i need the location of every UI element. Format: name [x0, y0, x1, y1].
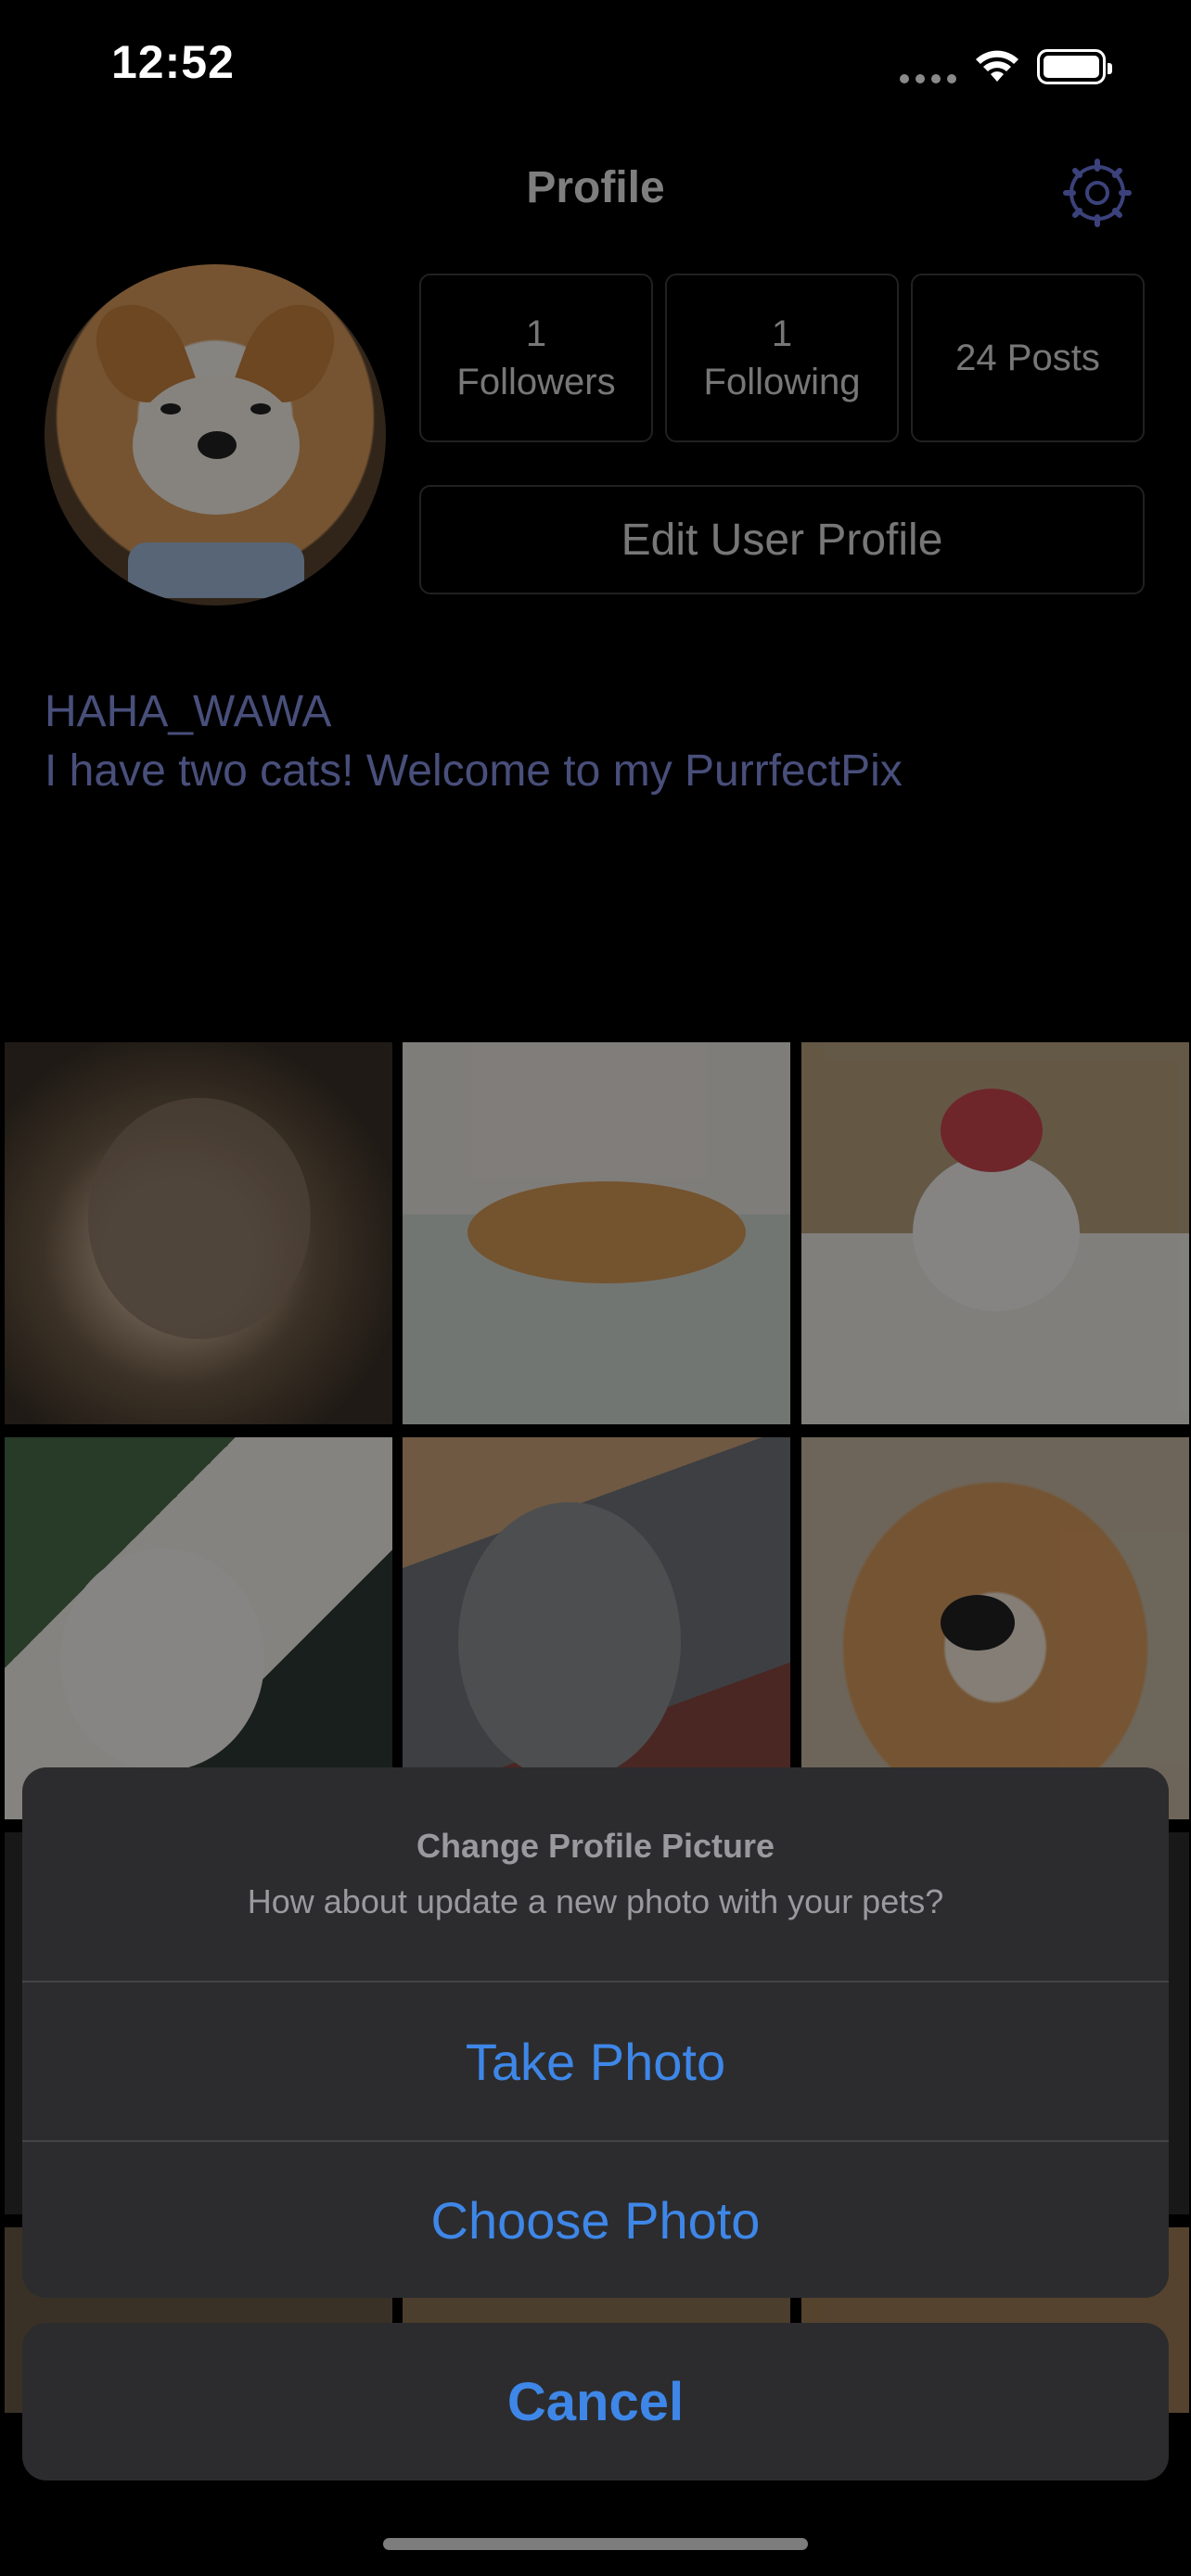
- posts-stat[interactable]: 24 Posts: [911, 274, 1145, 442]
- following-label: Following: [703, 362, 861, 402]
- post-thumbnail[interactable]: [5, 1042, 392, 1424]
- username: HAHA_WAWA: [45, 687, 332, 736]
- post-thumbnail[interactable]: [5, 1437, 392, 1819]
- home-indicator: [383, 2538, 808, 2550]
- status-time: 12:52: [111, 36, 235, 88]
- post-thumbnail[interactable]: [403, 1042, 790, 1424]
- bio: I have two cats! Welcome to my PurrfectP…: [45, 746, 903, 796]
- battery-icon: [1037, 49, 1112, 84]
- avatar[interactable]: [45, 264, 386, 606]
- take-photo-button[interactable]: Take Photo: [22, 1983, 1169, 2140]
- followers-count: 1: [525, 313, 547, 354]
- edit-profile-button[interactable]: Edit User Profile: [419, 485, 1145, 594]
- cancel-button[interactable]: Cancel: [22, 2323, 1169, 2480]
- followers-label: Followers: [456, 362, 616, 402]
- status-bar: 12:52: [0, 0, 1191, 139]
- choose-photo-button[interactable]: Choose Photo: [22, 2140, 1169, 2298]
- gear-icon[interactable]: [1062, 158, 1133, 228]
- following-count: 1: [771, 313, 793, 354]
- posts-label: 24 Posts: [955, 338, 1100, 378]
- action-sheet-title: Change Profile Picture: [416, 1827, 775, 1865]
- action-sheet: Change Profile Picture How about update …: [22, 1767, 1169, 2298]
- post-thumbnail[interactable]: [801, 1042, 1189, 1424]
- action-sheet-message: How about update a new photo with your p…: [247, 1882, 944, 1920]
- following-stat[interactable]: 1 Following: [665, 274, 899, 442]
- cellular-signal-icon: [900, 74, 956, 83]
- post-thumbnail[interactable]: [801, 1437, 1189, 1819]
- followers-stat[interactable]: 1 Followers: [419, 274, 653, 442]
- wifi-icon: [976, 50, 1018, 82]
- page-title: Profile: [526, 163, 665, 212]
- action-sheet-header: Change Profile Picture How about update …: [22, 1767, 1169, 1983]
- post-thumbnail[interactable]: [403, 1437, 790, 1819]
